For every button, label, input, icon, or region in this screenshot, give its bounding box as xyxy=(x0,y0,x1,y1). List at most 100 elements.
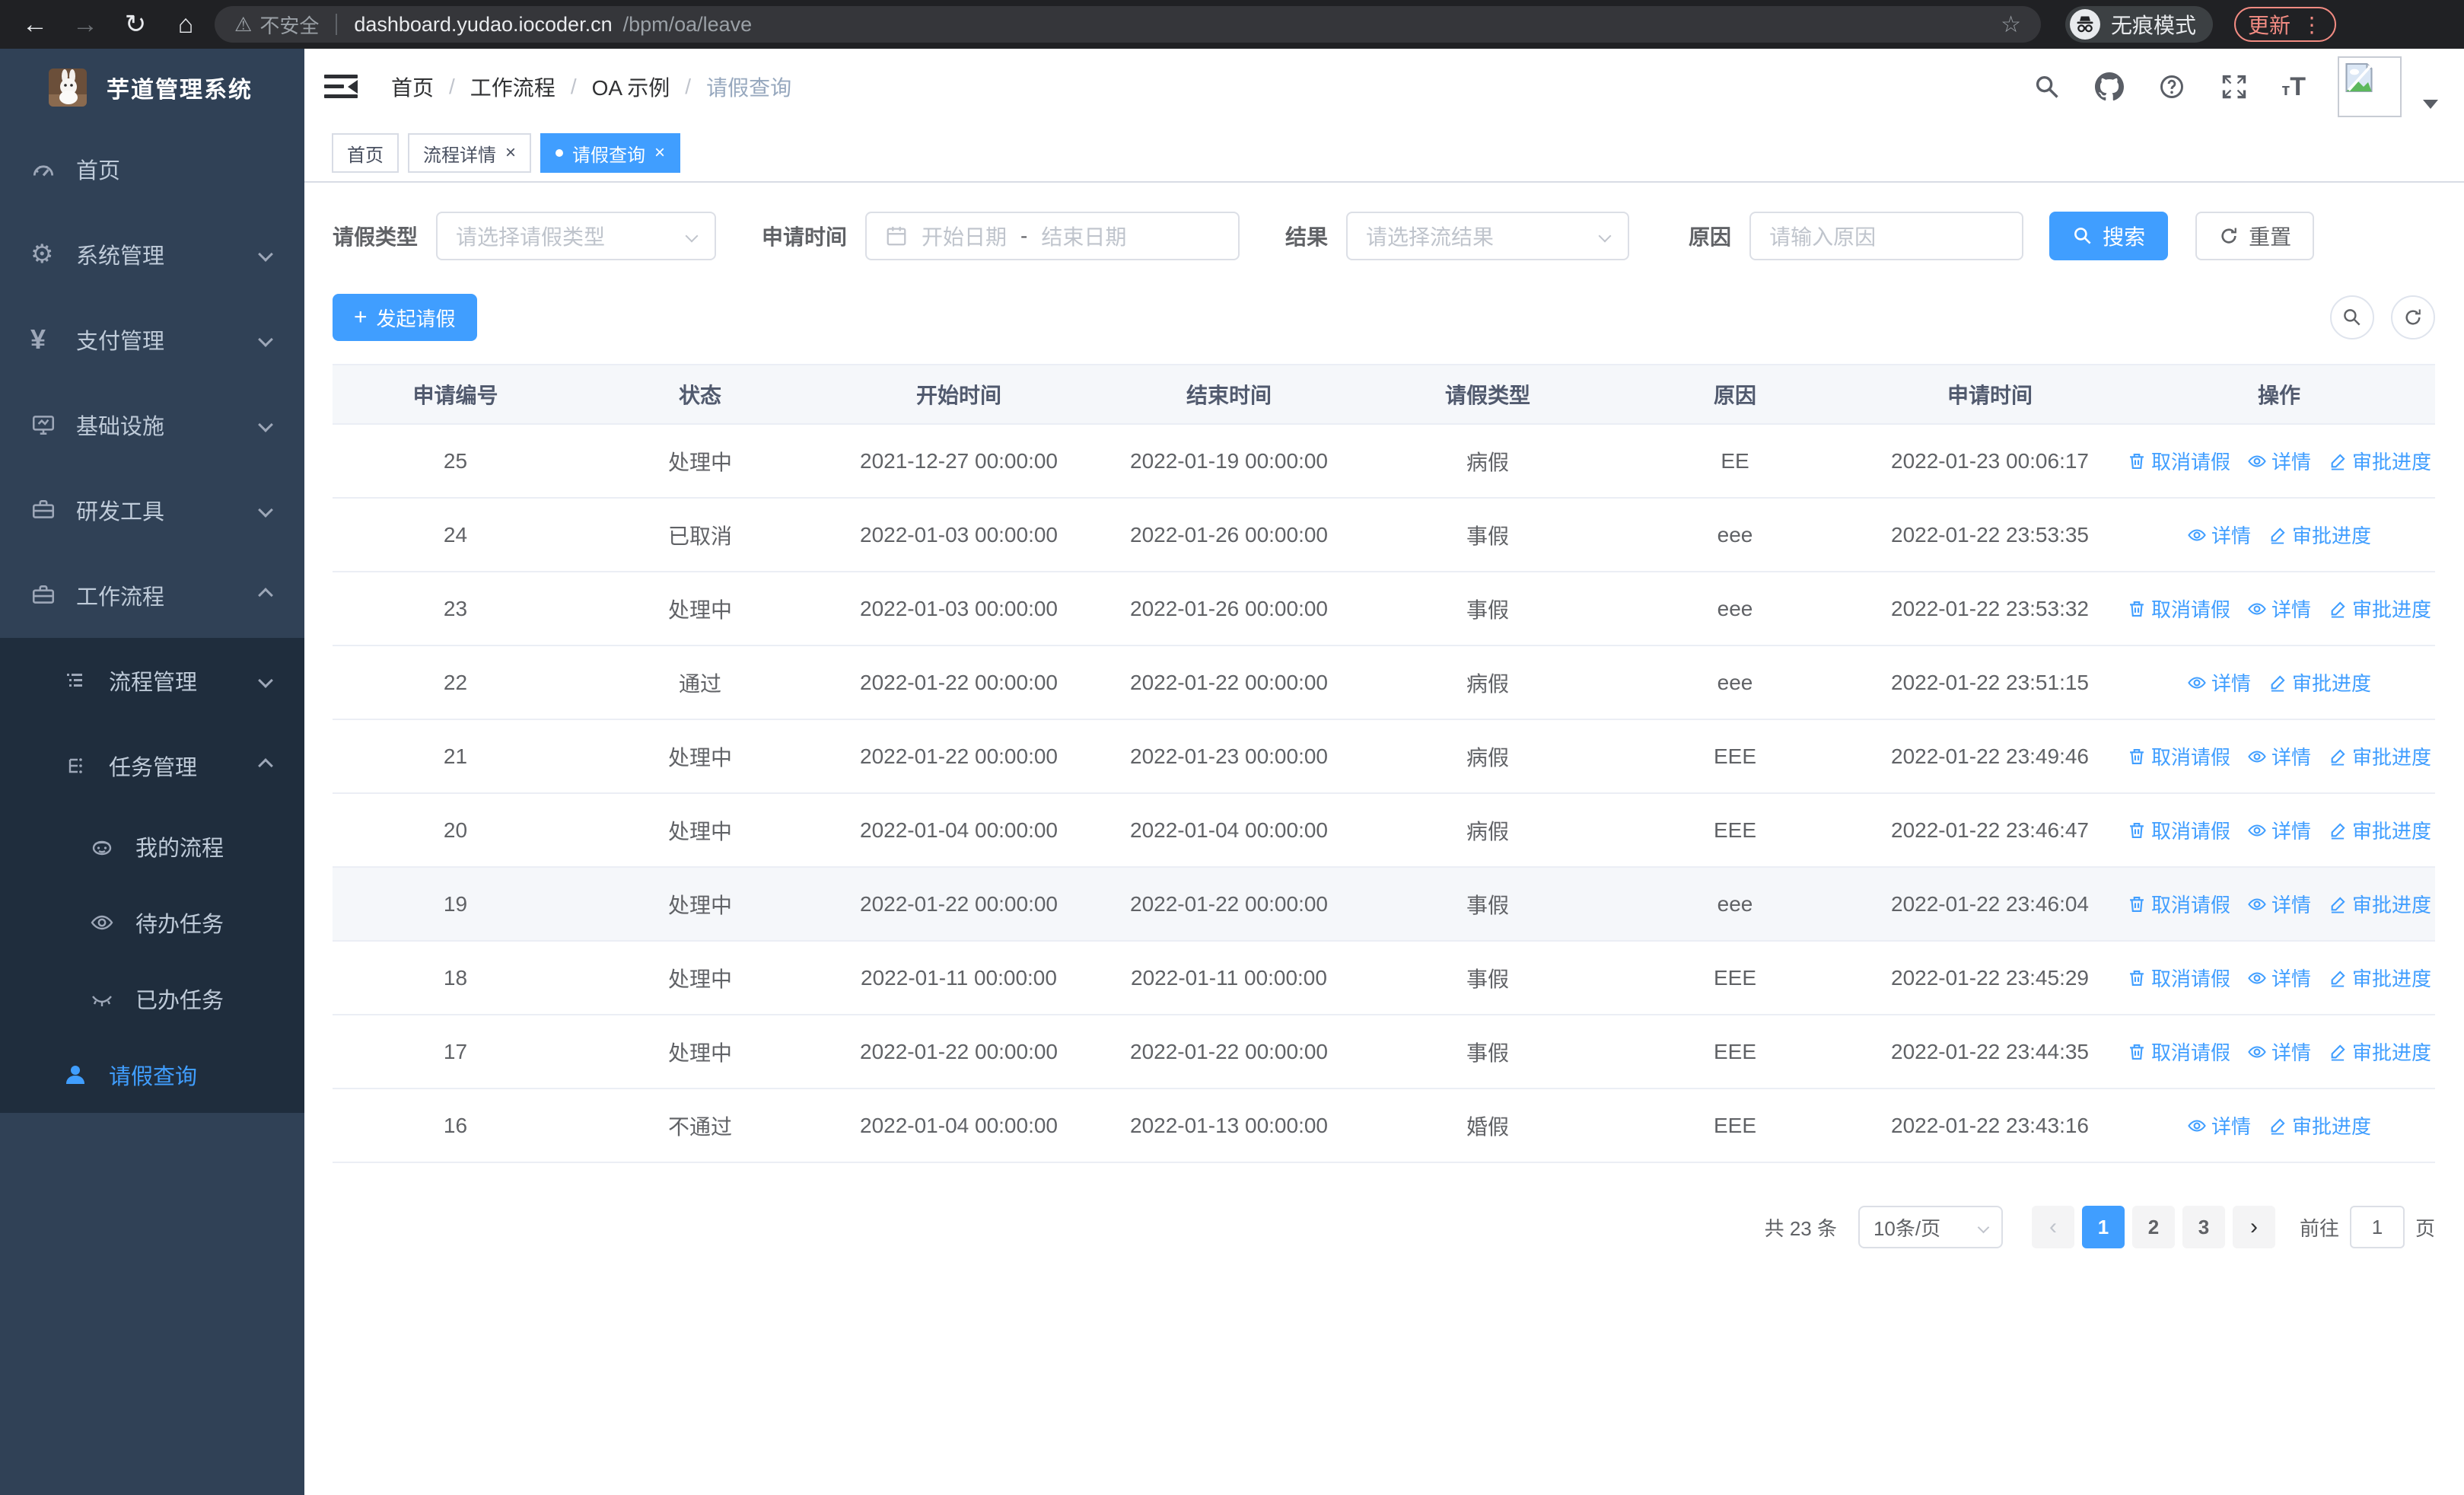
browser-home-button[interactable]: ⌂ xyxy=(164,10,207,40)
detail-link[interactable]: 详情 xyxy=(2247,964,2311,992)
detail-link[interactable]: 详情 xyxy=(2247,890,2311,918)
page-size-select[interactable]: 10条/页 xyxy=(1858,1206,2003,1248)
detail-link[interactable]: 详情 xyxy=(2187,1111,2251,1140)
cell-applied: 2022-01-22 23:44:35 xyxy=(1891,1039,2089,1063)
detail-link[interactable]: 详情 xyxy=(2247,742,2311,770)
sidebar-item-leave-query[interactable]: 请假查询 xyxy=(0,1037,304,1113)
cancel-leave-link[interactable]: 取消请假 xyxy=(2127,816,2230,844)
tab-home[interactable]: 首页 xyxy=(332,133,399,173)
approval-progress-link[interactable]: 审批进度 xyxy=(2328,742,2431,770)
sidebar-item-home[interactable]: 首页 xyxy=(0,126,304,212)
sidebar-item-label: 系统管理 xyxy=(76,244,165,269)
cell-type: 事假 xyxy=(1466,1041,1509,1065)
detail-link[interactable]: 详情 xyxy=(2187,668,2251,696)
cancel-leave-link[interactable]: 取消请假 xyxy=(2127,447,2230,475)
cancel-leave-link[interactable]: 取消请假 xyxy=(2127,964,2230,992)
address-bar[interactable]: ⚠ 不安全 dashboard.yudao.iocoder.cn/bpm/oa/… xyxy=(215,6,2041,43)
start-date-placeholder: 开始日期 xyxy=(922,225,1008,249)
cell-end: 2022-01-26 00:00:00 xyxy=(1130,596,1328,620)
breadcrumb-oa-example[interactable]: OA 示例 xyxy=(592,72,670,102)
detail-link[interactable]: 详情 xyxy=(2187,521,2251,549)
bookmark-star-icon[interactable]: ☆ xyxy=(2001,11,2021,38)
sidebar-item-system[interactable]: ⚙ 系统管理 xyxy=(0,212,304,297)
approval-progress-link[interactable]: 审批进度 xyxy=(2328,447,2431,475)
breadcrumb: 首页 / 工作流程 / OA 示例 / 请假查询 xyxy=(391,72,791,102)
cancel-leave-link[interactable]: 取消请假 xyxy=(2127,890,2230,918)
filter-form: 请假类型 请选择请假类型 申请时间 开始日期 - 结束日期 结果 请选择流结果 … xyxy=(333,212,2435,260)
sidebar-collapse-icon[interactable] xyxy=(324,74,358,100)
detail-link[interactable]: 详情 xyxy=(2247,594,2311,623)
cell-status: 处理中 xyxy=(667,1041,732,1065)
approval-progress-link[interactable]: 审批进度 xyxy=(2328,890,2431,918)
breadcrumb-home[interactable]: 首页 xyxy=(391,72,434,102)
site-security-indicator[interactable]: ⚠ 不安全 xyxy=(234,11,319,39)
reset-button[interactable]: 重置 xyxy=(2195,212,2315,260)
sidebar-item-todo-tasks[interactable]: 待办任务 xyxy=(0,885,304,961)
avatar-caret-icon[interactable] xyxy=(2423,100,2438,109)
cancel-leave-link[interactable]: 取消请假 xyxy=(2127,1038,2230,1066)
sidebar-item-task-mgmt[interactable]: 任务管理 xyxy=(0,723,304,808)
sidebar-item-workflow[interactable]: 工作流程 xyxy=(0,553,304,638)
sidebar-item-done-tasks[interactable]: 已办任务 xyxy=(0,961,304,1037)
detail-link[interactable]: 详情 xyxy=(2247,447,2311,475)
progress-label: 审批进度 xyxy=(2352,894,2432,916)
close-icon[interactable]: × xyxy=(505,142,516,164)
app-logo-row[interactable]: 芋道管理系统 xyxy=(0,49,304,126)
next-page-button[interactable]: › xyxy=(2232,1206,2275,1248)
reason-input[interactable]: 请输入原因 xyxy=(1749,212,2024,260)
trash-icon xyxy=(2130,822,2144,838)
create-leave-button[interactable]: + 发起请假 xyxy=(333,294,477,341)
result-select[interactable]: 请选择流结果 xyxy=(1346,212,1630,260)
tab-leave-query[interactable]: 请假查询 × xyxy=(540,133,681,173)
page-button-3[interactable]: 3 xyxy=(2182,1206,2225,1248)
browser-update-button[interactable]: 更新 ⋮ xyxy=(2234,7,2337,42)
refresh-button[interactable] xyxy=(2391,295,2435,339)
show-search-button[interactable] xyxy=(2330,295,2374,339)
sidebar-item-payment[interactable]: ¥ 支付管理 xyxy=(0,297,304,382)
approval-progress-link[interactable]: 审批进度 xyxy=(2328,964,2431,992)
cell-applied: 2022-01-22 23:46:04 xyxy=(1891,891,2089,916)
cancel-label: 取消请假 xyxy=(2150,894,2230,916)
prev-page-button[interactable]: ‹ xyxy=(2031,1206,2074,1248)
eye-icon xyxy=(2188,1119,2206,1132)
search-icon[interactable] xyxy=(2032,72,2062,102)
monitor-icon xyxy=(30,412,76,438)
breadcrumb-workflow[interactable]: 工作流程 xyxy=(470,72,556,102)
avatar[interactable] xyxy=(2338,56,2402,117)
approval-progress-link[interactable]: 审批进度 xyxy=(2328,594,2431,623)
approval-progress-link[interactable]: 审批进度 xyxy=(2268,668,2371,696)
help-icon[interactable] xyxy=(2157,72,2187,102)
main-content: 请假类型 请选择请假类型 申请时间 开始日期 - 结束日期 结果 请选择流结果 … xyxy=(304,183,2464,1495)
approval-progress-link[interactable]: 审批进度 xyxy=(2328,816,2431,844)
cancel-leave-link[interactable]: 取消请假 xyxy=(2127,594,2230,623)
leave-type-select[interactable]: 请选择请假类型 xyxy=(436,212,717,260)
progress-label: 审批进度 xyxy=(2292,1115,2372,1138)
browser-back-button[interactable]: ← xyxy=(14,10,56,40)
browser-menu-icon[interactable]: ⋮ xyxy=(2301,12,2322,37)
approval-progress-link[interactable]: 审批进度 xyxy=(2268,521,2371,549)
cancel-label: 取消请假 xyxy=(2150,1041,2230,1064)
font-size-icon[interactable]: тT xyxy=(2281,72,2306,102)
cancel-leave-link[interactable]: 取消请假 xyxy=(2127,742,2230,770)
detail-link[interactable]: 详情 xyxy=(2247,1038,2311,1066)
page-button-2[interactable]: 2 xyxy=(2131,1206,2175,1248)
cell-end: 2022-01-04 00:00:00 xyxy=(1130,818,1328,842)
browser-reload-button[interactable]: ↻ xyxy=(114,9,157,40)
browser-forward-button[interactable]: → xyxy=(64,10,107,40)
date-range-picker[interactable]: 开始日期 - 结束日期 xyxy=(865,212,1240,260)
github-icon[interactable] xyxy=(2094,72,2125,102)
sidebar-item-my-process[interactable]: 我的流程 xyxy=(0,808,304,885)
fullscreen-icon[interactable] xyxy=(2219,72,2249,102)
detail-link[interactable]: 详情 xyxy=(2247,816,2311,844)
sidebar-item-infrastructure[interactable]: 基础设施 xyxy=(0,382,304,467)
close-icon[interactable]: × xyxy=(654,142,665,164)
tab-process-detail[interactable]: 流程详情 × xyxy=(408,133,532,173)
row-actions: 取消请假 详情 审批进度 xyxy=(2128,1038,2431,1066)
sidebar-item-devtools[interactable]: 研发工具 xyxy=(0,467,304,553)
approval-progress-link[interactable]: 审批进度 xyxy=(2268,1111,2371,1140)
sidebar-item-process-mgmt[interactable]: 流程管理 xyxy=(0,638,304,723)
goto-page-input[interactable]: 1 xyxy=(2349,1206,2405,1248)
search-button[interactable]: 搜索 xyxy=(2049,212,2169,260)
page-button-1[interactable]: 1 xyxy=(2081,1206,2125,1248)
approval-progress-link[interactable]: 审批进度 xyxy=(2328,1038,2431,1066)
